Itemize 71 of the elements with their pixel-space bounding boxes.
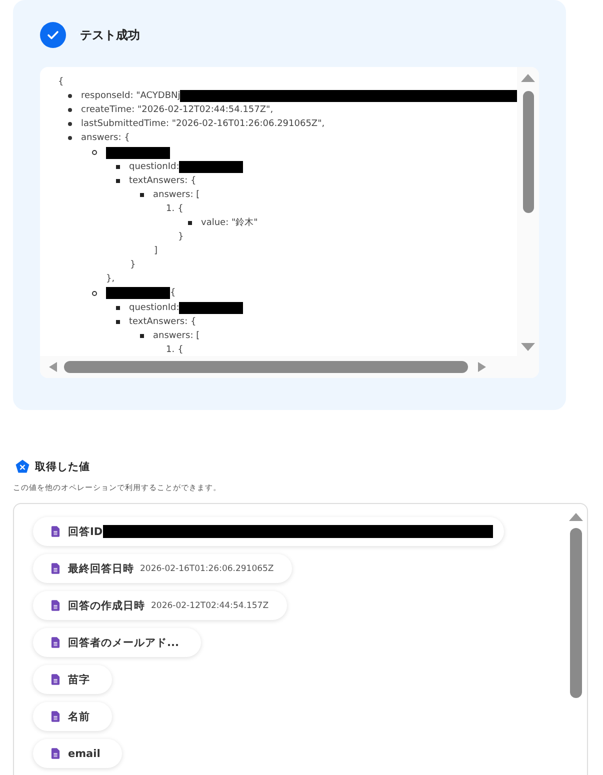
bullet-icon [140, 192, 144, 197]
code-text: { [178, 204, 184, 214]
variable-icon [15, 459, 30, 474]
document-icon [51, 563, 60, 574]
code-text: }, [106, 274, 115, 284]
code-text: questionId: [129, 162, 180, 172]
value-chip[interactable]: 回答ID [33, 517, 504, 546]
check-icon [40, 22, 66, 48]
scroll-thumb[interactable] [522, 91, 534, 213]
code-text: value: "鈴木" [201, 216, 258, 230]
bullet-icon [68, 94, 72, 98]
code-text: responseId: "ACYDBNj [81, 91, 180, 102]
value-label: email [68, 748, 100, 760]
scroll-thumb[interactable] [570, 528, 582, 698]
value-label: 回答者のメールアド... [68, 636, 179, 650]
bullet-icon [92, 290, 97, 296]
bullet-icon [68, 108, 72, 112]
value-text: 2026-02-12T02:44:54.157Z [151, 600, 269, 610]
value-label: 苗字 [68, 672, 90, 686]
code-text: ] [154, 246, 158, 256]
code-text: answers: [ [153, 330, 200, 341]
value-chip[interactable]: 苗字 [33, 665, 112, 694]
horizontal-scrollbar[interactable] [40, 356, 517, 378]
code-text: { [58, 77, 64, 88]
document-icon [51, 674, 60, 685]
bullet-icon [116, 320, 120, 324]
scroll-up-icon[interactable] [568, 512, 584, 522]
document-icon [51, 748, 60, 759]
value-label: 回答の作成日時 [68, 598, 145, 612]
section-title: 取得した値 [35, 460, 90, 474]
bullet-icon [116, 178, 120, 183]
value-chip[interactable]: 回答者のメールアド... [33, 628, 201, 657]
vertical-scrollbar[interactable] [517, 67, 539, 378]
value-chip[interactable]: 回答の作成日時 2026-02-12T02:44:54.157Z [33, 591, 287, 620]
bullet-icon [68, 122, 72, 126]
code-text: answers: { [81, 133, 130, 144]
value-label: 名前 [68, 710, 90, 724]
bullet-icon [92, 150, 97, 156]
code-text: createTime: "2026-02-12T02:44:54.157Z", [81, 105, 274, 116]
document-icon [51, 526, 60, 537]
code-text: lastSubmittedTime: "2026-02-16T01:26:06.291065Z", [81, 119, 325, 130]
value-chip[interactable]: email [33, 739, 122, 768]
bullet-icon [116, 164, 120, 169]
code-text: textAnswers: { [129, 176, 196, 186]
document-icon [51, 637, 60, 648]
value-label: 回答ID [68, 524, 103, 538]
bullet-icon [188, 220, 192, 225]
code-text: { [170, 288, 176, 298]
scroll-down-icon[interactable] [520, 342, 536, 352]
code-text: answers: [ [153, 190, 200, 200]
list-number: 1. [166, 204, 175, 214]
value-chip[interactable]: 最終回答日時 2026-02-16T01:26:06.291065Z [33, 554, 292, 583]
code-text: questionId: [129, 302, 180, 313]
bullet-icon [140, 334, 144, 338]
list-number: 1. [166, 344, 175, 355]
bullet-icon [116, 306, 120, 310]
code-text: textAnswers: { [129, 316, 196, 327]
value-label: 最終回答日時 [68, 562, 134, 576]
scroll-thumb[interactable] [64, 361, 468, 373]
result-title: テスト成功 [80, 26, 140, 44]
code-text: { [178, 344, 184, 355]
code-text: } [178, 232, 184, 242]
document-icon [51, 711, 60, 722]
scroll-up-icon[interactable] [520, 73, 536, 83]
scroll-right-icon[interactable] [477, 361, 487, 373]
document-icon [51, 600, 60, 611]
scroll-left-icon[interactable] [48, 361, 58, 373]
value-text: 2026-02-16T01:26:06.291065Z [140, 564, 274, 574]
value-chip[interactable]: 名前 [33, 702, 112, 731]
code-text: } [130, 260, 136, 270]
bullet-icon [68, 136, 72, 140]
